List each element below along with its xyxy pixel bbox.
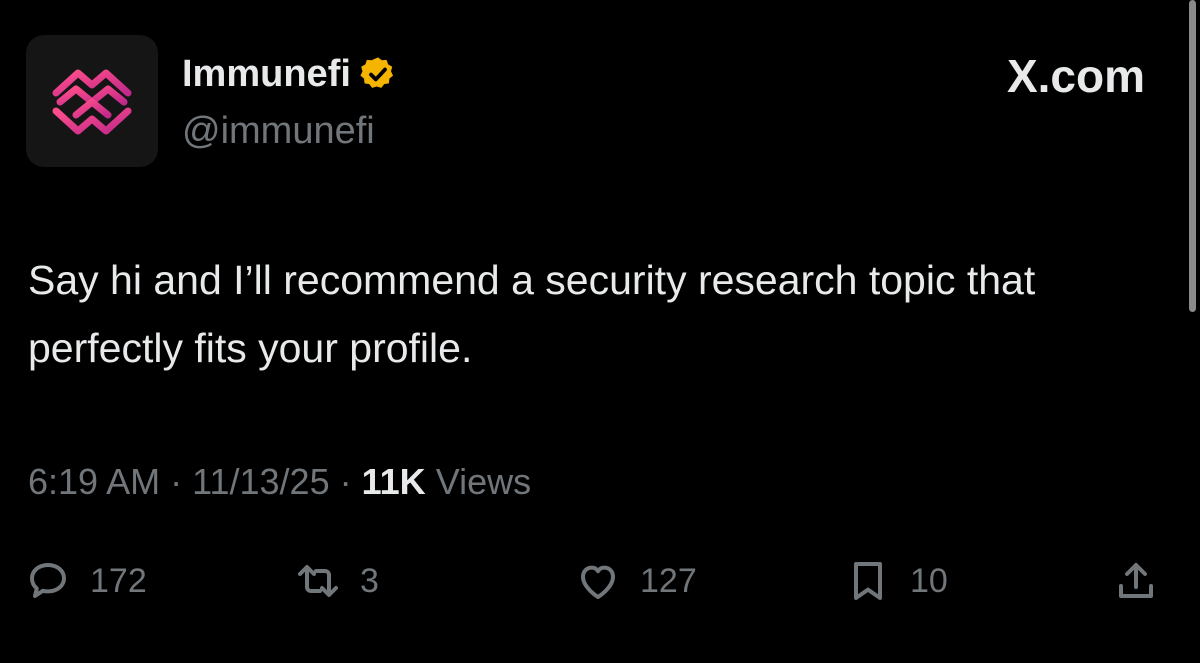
display-name[interactable]: Immunefi bbox=[182, 50, 351, 98]
share-button[interactable] bbox=[1112, 553, 1160, 609]
repost-count: 3 bbox=[360, 562, 379, 600]
repost-button[interactable]: 3 bbox=[294, 553, 379, 609]
avatar[interactable] bbox=[26, 35, 158, 167]
meta-separator: · bbox=[170, 461, 183, 502]
tweet-time[interactable]: 6:19 AM bbox=[28, 461, 160, 502]
tweet-date[interactable]: 11/13/25 bbox=[192, 461, 329, 502]
tweet-meta: 6:19 AM · 11/13/25 · 11K Views bbox=[28, 458, 531, 506]
views-label: Views bbox=[435, 461, 532, 502]
tweet-text: Say hi and I’ll recommend a security res… bbox=[28, 257, 1036, 371]
share-icon bbox=[1119, 563, 1153, 598]
immunefi-logo-icon bbox=[52, 69, 132, 137]
bookmark-icon bbox=[854, 562, 882, 600]
meta-separator: · bbox=[339, 461, 352, 502]
bookmark-button[interactable]: 10 bbox=[844, 553, 948, 609]
author-handle[interactable]: @immunefi bbox=[182, 107, 375, 155]
like-count: 127 bbox=[640, 562, 697, 600]
bookmark-count: 10 bbox=[910, 562, 948, 600]
views-count: 11K bbox=[361, 461, 426, 502]
repost-icon bbox=[298, 565, 338, 597]
site-label: X.com bbox=[1006, 50, 1145, 102]
author-header[interactable]: Immunefi bbox=[182, 50, 397, 98]
heart-icon bbox=[581, 565, 615, 599]
action-bar: 172 3 127 10 bbox=[0, 553, 1200, 609]
like-button[interactable]: 127 bbox=[574, 553, 697, 609]
verified-badge-icon bbox=[360, 57, 393, 88]
reply-count: 172 bbox=[90, 562, 147, 600]
reply-button[interactable]: 172 bbox=[24, 553, 147, 609]
scrollbar[interactable] bbox=[1189, 0, 1196, 312]
reply-icon bbox=[30, 563, 66, 598]
